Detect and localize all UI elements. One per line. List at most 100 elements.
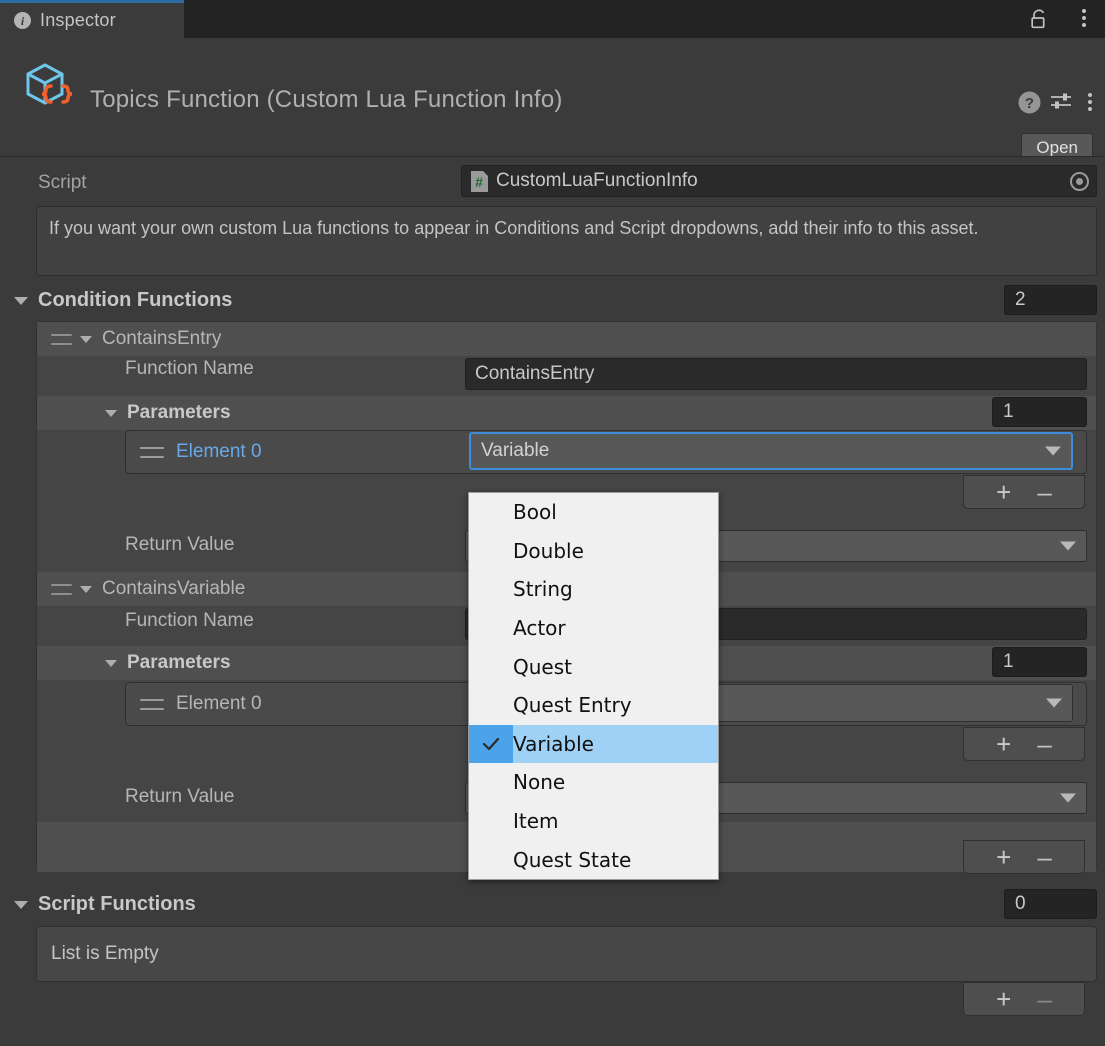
parameters-list-footer: + – <box>963 727 1085 761</box>
tab-inspector-label: Inspector <box>40 10 116 30</box>
menu-item-label: Double <box>513 538 584 563</box>
parameters-foldout[interactable]: Parameters <box>105 646 231 680</box>
element-label: Element 0 <box>176 441 262 462</box>
type-dropdown-menu[interactable]: Bool Double String Actor Quest Quest Entry Var… <box>468 492 719 880</box>
chevron-down-icon[interactable] <box>80 585 92 593</box>
menu-item[interactable]: Variable <box>469 724 718 764</box>
parameters-list-footer: + – <box>963 475 1085 509</box>
parameters-size-field[interactable]: 1 <box>992 397 1087 427</box>
menu-item-label: String <box>513 577 573 602</box>
menu-item[interactable]: Quest State <box>469 840 718 879</box>
menu-item-gutter <box>469 763 513 802</box>
menu-item[interactable]: String <box>469 570 718 609</box>
page-title: Topics Function (Custom Lua Function Inf… <box>90 86 563 113</box>
svg-text:?: ? <box>1025 95 1034 112</box>
menu-item[interactable]: Actor <box>469 609 718 648</box>
return-value-label: Return Value <box>125 534 235 555</box>
condition-functions-label: Condition Functions <box>38 289 233 311</box>
info-icon: i <box>14 12 31 29</box>
parameters-label: Parameters <box>127 402 231 423</box>
condition-functions-foldout[interactable]: Condition Functions <box>0 284 1105 317</box>
remove-condition-function-button[interactable]: – <box>1037 844 1051 870</box>
entry-name: ContainsEntry <box>102 328 222 349</box>
remove-parameter-button[interactable]: – <box>1037 731 1051 757</box>
chevron-down-icon <box>1060 541 1076 551</box>
chevron-down-icon[interactable] <box>105 659 117 667</box>
script-functions-label: Script Functions <box>38 893 196 915</box>
menu-item-label: Bool <box>513 500 557 525</box>
menu-item-gutter <box>469 532 513 571</box>
object-picker-target-icon[interactable] <box>1070 172 1089 191</box>
menu-item-gutter <box>469 840 513 879</box>
entry-header[interactable]: ContainsVariable <box>51 572 245 606</box>
script-row: Script # CustomLuaFunctionInfo <box>0 165 1105 197</box>
menu-item-gutter <box>469 493 513 532</box>
chevron-down-icon[interactable] <box>105 409 117 417</box>
menu-item-label: Quest Entry <box>513 693 632 718</box>
add-parameter-button[interactable]: + <box>996 731 1011 757</box>
chevron-down-icon[interactable] <box>80 335 92 343</box>
drag-handle-icon[interactable] <box>140 446 164 458</box>
return-value-row: Return Value <box>125 534 235 556</box>
menu-item-gutter <box>469 686 513 725</box>
menu-item-label: Quest <box>513 654 572 679</box>
menu-item-label: None <box>513 770 566 795</box>
inspector-window: i Inspector Topics Function (Custom Lua … <box>0 0 1105 1046</box>
menu-item-gutter <box>469 802 513 841</box>
drag-handle-icon[interactable] <box>51 583 72 595</box>
return-value-label: Return Value <box>125 786 235 807</box>
unlock-icon[interactable] <box>1030 9 1048 29</box>
object-header: Topics Function (Custom Lua Function Inf… <box>0 38 1105 163</box>
function-name-label: Function Name <box>125 610 254 631</box>
parameters-label: Parameters <box>127 652 231 673</box>
menu-item-gutter <box>469 647 513 686</box>
entry-name: ContainsVariable <box>102 578 246 599</box>
condition-functions-list-footer: + – <box>963 840 1085 874</box>
menu-item-gutter <box>469 570 513 609</box>
add-parameter-button[interactable]: + <box>996 479 1011 505</box>
script-object-value: CustomLuaFunctionInfo <box>496 170 698 191</box>
script-functions-size-field[interactable]: 0 <box>1004 889 1097 919</box>
remove-script-function-button[interactable]: – <box>1037 986 1051 1012</box>
script-object-field[interactable]: # CustomLuaFunctionInfo <box>461 165 1097 197</box>
element-label: Element 0 <box>176 693 262 714</box>
script-functions-foldout[interactable]: Script Functions <box>0 888 1105 921</box>
script-functions-empty-list: List is Empty <box>36 926 1097 982</box>
function-name-row: Function Name <box>125 358 254 380</box>
kebab-menu-icon[interactable] <box>1082 9 1086 27</box>
parameters-size-field[interactable]: 1 <box>992 647 1087 677</box>
entry-header[interactable]: ContainsEntry <box>51 322 221 356</box>
function-name-field[interactable]: ContainsEntry <box>465 358 1087 390</box>
menu-item-label: Quest State <box>513 847 632 872</box>
check-icon <box>469 724 513 764</box>
chevron-down-icon <box>14 900 28 909</box>
condition-functions-size-field[interactable]: 2 <box>1004 285 1097 315</box>
drag-handle-icon[interactable] <box>51 333 72 345</box>
chevron-down-icon <box>1046 698 1062 708</box>
tab-inspector[interactable]: i Inspector <box>0 0 184 38</box>
parameters-foldout[interactable]: Parameters <box>105 396 231 430</box>
menu-item-label: Item <box>513 809 559 834</box>
scriptable-object-icon <box>18 58 76 116</box>
menu-item[interactable]: Item <box>469 802 718 841</box>
function-name-row: Function Name <box>125 610 254 632</box>
remove-parameter-button[interactable]: – <box>1037 479 1051 505</box>
add-script-function-button[interactable]: + <box>996 986 1011 1012</box>
element-type-dropdown[interactable]: Variable <box>469 432 1073 470</box>
preset-sliders-icon[interactable] <box>1050 92 1072 112</box>
script-functions-list-footer: + – <box>963 982 1085 1016</box>
menu-item-label: Variable <box>513 731 594 756</box>
drag-handle-icon[interactable] <box>140 698 164 710</box>
help-icon[interactable]: ? <box>1018 91 1041 114</box>
tab-bar: i Inspector <box>0 0 1105 38</box>
menu-item[interactable]: Bool <box>469 493 718 532</box>
return-value-row: Return Value <box>125 786 235 808</box>
kebab-menu-icon[interactable] <box>1088 93 1092 111</box>
cs-script-icon: # <box>470 170 489 193</box>
menu-item-label: Actor <box>513 616 566 641</box>
menu-item[interactable]: Quest <box>469 647 718 686</box>
menu-item[interactable]: Quest Entry <box>469 686 718 725</box>
menu-item[interactable]: Double <box>469 532 718 571</box>
add-condition-function-button[interactable]: + <box>996 844 1011 870</box>
menu-item[interactable]: None <box>469 763 718 802</box>
